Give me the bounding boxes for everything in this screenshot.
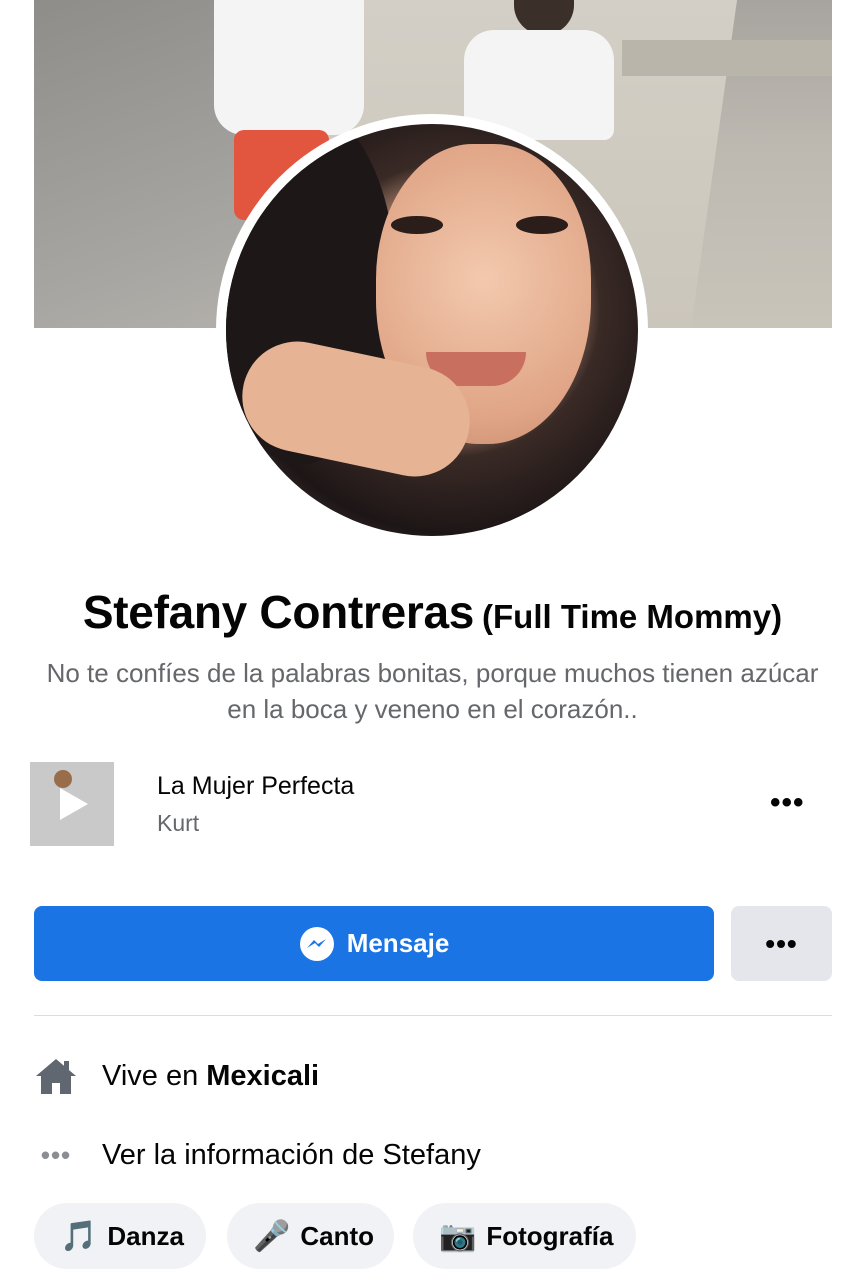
see-info-row[interactable]: ••• Ver la información de Stefany: [34, 1130, 834, 1180]
profile-name: Stefany Contreras (Full Time Mommy): [0, 585, 865, 639]
message-button[interactable]: Mensaje: [34, 906, 714, 981]
home-icon: [34, 1054, 78, 1098]
profile-music[interactable]: La Mujer Perfecta Kurt •••: [30, 762, 830, 846]
profile-photo-eye-right: [516, 216, 568, 234]
section-divider: [34, 1015, 832, 1016]
play-icon[interactable]: [60, 788, 88, 820]
more-dots-icon: •••: [765, 927, 798, 959]
lives-in-city[interactable]: Mexicali: [206, 1060, 319, 1092]
album-art[interactable]: [30, 762, 114, 846]
hobby-chip-fotografia[interactable]: 📷 Fotografía: [413, 1203, 636, 1269]
hobby-label: Danza: [107, 1220, 184, 1251]
profile-name-main: Stefany Contreras: [82, 586, 475, 638]
lives-in-row: Vive en Mexicali: [34, 1051, 834, 1101]
hobby-chip-danza[interactable]: 🎵 Danza: [34, 1203, 206, 1269]
profile-photo[interactable]: [226, 124, 638, 536]
profile-more-button[interactable]: •••: [731, 906, 832, 981]
cover-curb: [622, 40, 832, 76]
camera-icon: 📷: [439, 1218, 477, 1254]
cover-child-left: [214, 0, 364, 135]
lives-in-text: Vive en Mexicali: [102, 1060, 319, 1093]
more-dots-icon: •••: [40, 1139, 72, 1170]
music-more-options-icon[interactable]: •••: [770, 786, 805, 820]
profile-photo-eye-left: [391, 216, 443, 234]
music-note-icon: 🎵: [60, 1218, 98, 1254]
hobby-chip-canto[interactable]: 🎤 Canto: [227, 1203, 394, 1269]
song-artist: Kurt: [157, 810, 200, 836]
hobby-label: Fotografía: [486, 1220, 614, 1251]
album-art-decoration: [54, 770, 72, 788]
profile-bio: No te confíes de la palabras bonitas, po…: [46, 658, 819, 724]
song-title: La Mujer Perfecta: [157, 772, 355, 800]
hobby-label: Canto: [300, 1220, 375, 1251]
message-button-label: Mensaje: [346, 928, 450, 958]
profile-alternate-name: (Full Time Mommy): [482, 598, 783, 635]
microphone-icon: 🎤: [253, 1218, 291, 1254]
see-info-label: Ver la información de Stefany: [102, 1138, 481, 1171]
messenger-icon: [299, 926, 334, 961]
lives-in-prefix: Vive en: [102, 1059, 207, 1092]
